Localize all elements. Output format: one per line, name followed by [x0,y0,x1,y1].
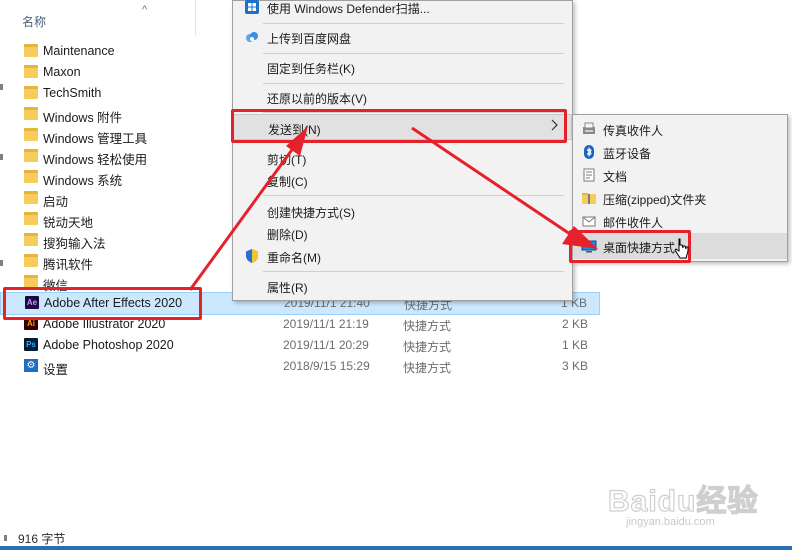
file-name: Windows 管理工具 [43,132,148,146]
status-bar-edge [4,535,7,541]
file-date: 2018/9/15 15:29 [283,359,370,373]
file-name: 搜狗输入法 [43,237,106,251]
menu-item-properties[interactable]: 属性(R) [233,274,572,298]
menu-item-label: 使用 Windows Defender扫描... [267,2,430,16]
fax-icon [581,121,597,137]
annotation-box-desktop-shortcut [569,230,691,263]
folder-icon [24,191,38,204]
folder-icon [24,212,38,225]
file-date: 2019/11/1 21:19 [283,317,369,331]
sort-caret-icon: ^ [142,4,148,16]
file-name: Windows 轻松使用 [43,153,148,167]
zip-folder-icon [581,190,597,206]
bluetooth-icon [581,144,597,160]
menu-item-label: 还原以前的版本(V) [267,92,367,106]
menu-item-label: 上传到百度网盘 [267,32,352,46]
file-name: Adobe Photoshop 2020 [43,338,174,352]
menu-item-pin-taskbar[interactable]: 固定到任务栏(K) [233,55,572,79]
status-selection-size: 916 字节 [18,532,66,546]
folder-icon [24,149,38,162]
folder-icon [24,107,38,120]
submenu-item-fax-recipient[interactable]: 传真收件人 [573,118,787,141]
file-size: 2 KB [561,317,588,331]
file-size: 3 KB [561,359,588,373]
file-name: 腾讯软件 [43,258,94,272]
file-name: Windows 系统 [43,174,123,188]
menu-separator [263,23,564,24]
file-date: 2019/11/1 20:29 [283,338,369,352]
menu-item-baidu-upload[interactable]: 上传到百度网盘 [233,25,572,49]
photoshop-icon: Ps [24,338,38,351]
file-name: Windows 附件 [43,111,123,125]
annotation-box-selected-file [3,287,202,320]
folder-icon [24,128,38,141]
file-name: TechSmith [43,86,102,100]
annotation-box-send-to [231,109,567,143]
file-size: 1 KB [561,338,588,352]
documents-icon [581,167,597,183]
folder-icon [24,170,38,183]
menu-item-create-shortcut[interactable]: 创建快捷方式(S) [233,199,572,223]
menu-item-label: 固定到任务栏(K) [267,62,355,76]
folder-icon [24,254,38,267]
windows-defender-icon [244,0,260,15]
menu-item-label: 属性(R) [267,281,308,295]
watermark-url: jingyan.baidu.com [626,516,715,528]
menu-item-label: 删除(D) [267,228,308,242]
file-type: 快捷方式 [403,319,452,333]
file-name: 启动 [43,195,69,209]
baidu-jingyan-watermark: Baidu经验 jingyan.baidu.com [604,476,784,538]
submenu-item-label: 传真收件人 [603,124,664,138]
menu-item-defender-scan[interactable]: 使用 Windows Defender扫描... [233,0,572,19]
nav-pane-edge [0,154,3,160]
taskbar-edge [0,546,792,550]
submenu-item-documents[interactable]: 文档 [573,164,787,187]
folder-icon [24,65,38,78]
menu-item-delete[interactable]: 删除(D) [233,221,572,245]
nav-pane-edge [0,260,3,266]
menu-item-label: 剪切(T) [267,153,307,167]
menu-item-copy[interactable]: 复制(C) [233,168,572,192]
mail-icon [581,213,597,229]
menu-separator [263,271,564,272]
file-name: Maxon [43,65,81,79]
mouse-cursor-icon [674,238,689,260]
context-menu: 使用 Windows Defender扫描... 上传到百度网盘 固定到任务栏(… [232,0,573,301]
folder-icon [24,233,38,246]
menu-item-cut[interactable]: 剪切(T) [233,146,572,170]
menu-separator [263,53,564,54]
gear-icon: ⚙ [24,359,38,372]
submenu-item-label: 压缩(zipped)文件夹 [603,193,707,207]
menu-item-restore-versions[interactable]: 还原以前的版本(V) [233,85,572,109]
menu-item-rename[interactable]: 重命名(M) [233,244,572,268]
file-name: 设置 [43,363,69,377]
submenu-item-label: 邮件收件人 [603,216,664,230]
submenu-item-bluetooth[interactable]: 蓝牙设备 [573,141,787,164]
folder-icon [24,44,38,57]
table-row-photoshop[interactable]: Ps Adobe Photoshop 2020 2019/11/1 20:29 … [0,335,600,356]
column-divider[interactable] [195,0,196,36]
nav-pane-edge [0,84,3,90]
table-row-settings[interactable]: ⚙ 设置 2018/9/15 15:29 快捷方式 3 KB [0,356,600,377]
file-name: 锐动天地 [43,216,94,230]
watermark-logo: Baidu经验 [607,484,759,518]
column-header-name[interactable]: 名称 [22,13,46,30]
submenu-item-zip-folder[interactable]: 压缩(zipped)文件夹 [573,187,787,210]
menu-item-label: 重命名(M) [267,251,321,265]
file-type: 快捷方式 [403,340,452,354]
submenu-item-label: 文档 [603,170,628,184]
menu-separator [263,83,564,84]
submenu-item-label: 蓝牙设备 [603,147,652,161]
menu-item-label: 复制(C) [267,175,308,189]
file-type: 快捷方式 [403,361,452,375]
uac-shield-icon [244,248,260,264]
menu-separator [263,195,564,196]
folder-icon [24,86,38,99]
file-name: Maintenance [43,44,115,58]
baidu-netdisk-icon [244,29,260,45]
menu-item-label: 创建快捷方式(S) [267,206,355,220]
